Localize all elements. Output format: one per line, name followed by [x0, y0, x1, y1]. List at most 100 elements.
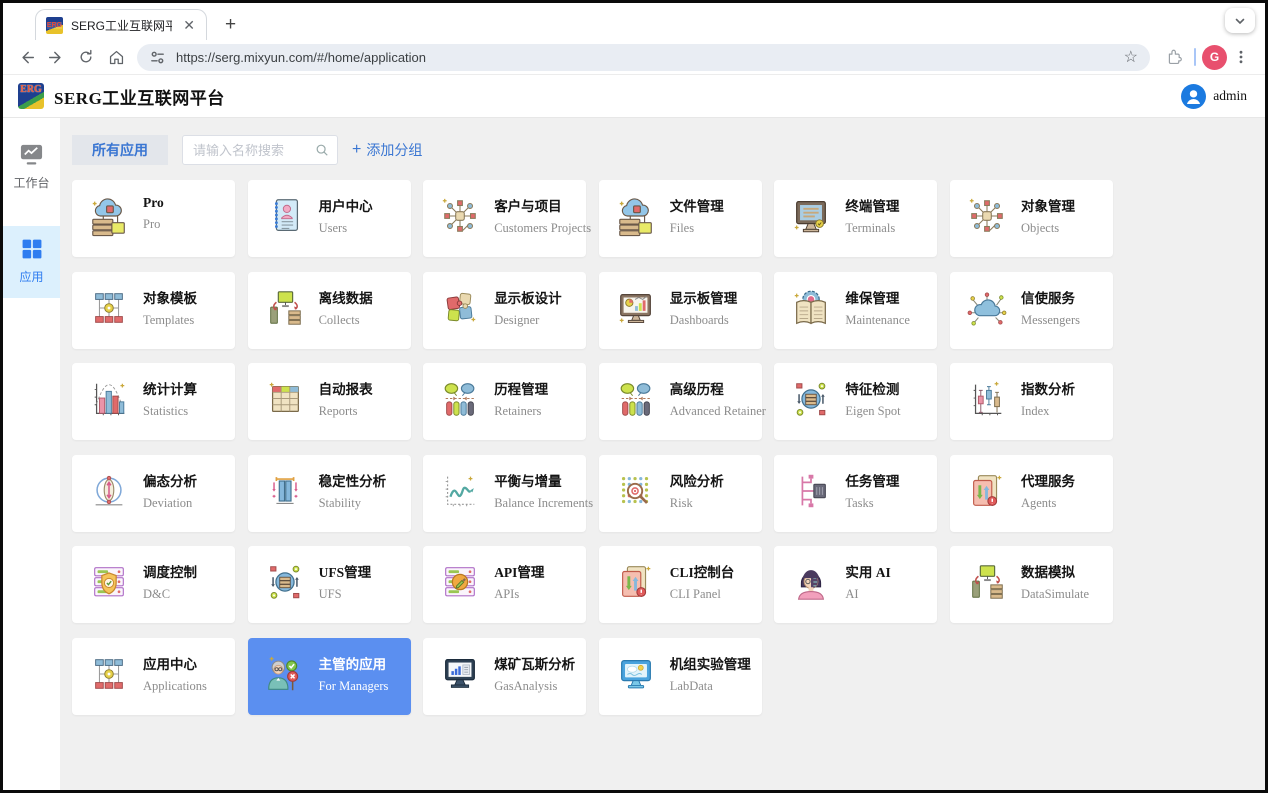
add-group-label: 添加分组	[366, 142, 423, 158]
forward-icon[interactable]	[41, 43, 71, 71]
app-title: 代理服务	[1020, 473, 1075, 489]
app-card[interactable]: 机组实验管理 LabData	[598, 637, 762, 715]
app-card[interactable]: 离线数据 Collects	[247, 271, 411, 349]
app-subtitle: Statistics	[143, 404, 189, 418]
risk-grid-icon	[615, 470, 657, 512]
app-subtitle: Agents	[1020, 495, 1057, 510]
user-menu[interactable]: admin	[1181, 83, 1247, 109]
cloud-network-icon	[966, 287, 1008, 329]
app-card[interactable]: 显示板设计 Designer	[423, 271, 587, 349]
app-card[interactable]: Pro Pro	[72, 180, 235, 257]
tab-strip: ERG SERG工业互联网平台 ✕ +	[3, 3, 1265, 40]
app-card[interactable]: 文件管理 Files	[598, 180, 762, 257]
app-subtitle: LabData	[669, 678, 713, 693]
app-card[interactable]: 实用 AI AI	[774, 546, 938, 623]
app-subtitle: Designer	[494, 312, 540, 327]
user-avatar-icon[interactable]	[1181, 83, 1207, 109]
app-card[interactable]: 对象模板 Templates	[72, 271, 235, 349]
app-card[interactable]: 风险分析 Risk	[598, 454, 762, 532]
app-card[interactable]: 数据模拟 DataSimulate	[949, 546, 1113, 623]
app-card[interactable]: 显示板管理 Dashboards	[598, 271, 762, 349]
tab-strip-chevron-icon[interactable]	[1225, 8, 1255, 33]
app-card[interactable]: 高级历程 Advanced Retainer	[598, 363, 766, 440]
spot-icon	[264, 561, 306, 603]
tree-icon	[88, 653, 130, 695]
app-card[interactable]: 指数分析 Index	[949, 363, 1113, 440]
app-card[interactable]: 特征检测 Eigen Spot	[774, 363, 938, 440]
app-card[interactable]: 稳定性分析 Stability	[247, 454, 411, 532]
app-card[interactable]: 对象管理 Objects	[949, 180, 1113, 257]
app-card[interactable]: 应用中心 Applications	[72, 637, 235, 715]
home-icon[interactable]	[101, 43, 131, 71]
app-card[interactable]: 自动报表 Reports	[247, 363, 411, 440]
url-bar[interactable]: https://serg.mixyun.com/#/home/applicati…	[137, 43, 1150, 71]
server-shield-icon	[88, 561, 130, 603]
app-card[interactable]: UFS管理 UFS	[247, 546, 411, 623]
tab-close-icon[interactable]: ✕	[180, 17, 198, 34]
search-icon[interactable]	[315, 143, 329, 157]
extensions-icon[interactable]	[1160, 43, 1188, 71]
browser-menu-icon[interactable]	[1227, 43, 1255, 71]
app-subtitle: D&C	[143, 587, 171, 601]
histogram-icon	[88, 378, 130, 420]
add-group-button[interactable]: + 添加分组	[352, 140, 422, 160]
erg-logo-icon: ERG	[18, 83, 44, 109]
app-card[interactable]: CLI控制台 CLI Panel	[598, 546, 762, 623]
plus-icon: +	[352, 141, 362, 158]
sidebar: 工作台 应用	[3, 118, 60, 790]
url-text[interactable]: https://serg.mixyun.com/#/home/applicati…	[176, 50, 1114, 65]
app-card[interactable]: 用户中心 Users	[247, 180, 411, 257]
app-title: 主管的应用	[318, 656, 387, 672]
app-card[interactable]: 偏态分析 Deviation	[72, 454, 235, 532]
screenshot-frame: ERG SERG工业互联网平台 ✕ + https://serg.mixyun.…	[0, 0, 1268, 793]
app-subtitle: Advanced Retainer	[669, 404, 766, 418]
app-card[interactable]: 终端管理 Terminals	[774, 180, 938, 257]
app-title: 实用 AI	[845, 565, 891, 580]
browser-tab[interactable]: ERG SERG工业互联网平台 ✕	[35, 9, 207, 40]
search-box[interactable]	[182, 135, 338, 165]
app-subtitle: Templates	[143, 312, 195, 327]
app-subtitle: Retainers	[494, 404, 542, 418]
search-input[interactable]	[191, 141, 311, 159]
app-subtitle: APIs	[494, 587, 520, 601]
app-card[interactable]: 任务管理 Tasks	[774, 454, 938, 532]
new-tab-button[interactable]: +	[219, 14, 242, 36]
app-subtitle: Reports	[318, 404, 358, 418]
bookmark-star-icon[interactable]: ☆	[1124, 47, 1138, 67]
app-title: 煤矿瓦斯分析	[494, 656, 576, 672]
app-card[interactable]: 统计计算 Statistics	[72, 363, 235, 440]
cloud-server-icon	[88, 195, 130, 237]
app-card[interactable]: API管理 APIs	[423, 546, 587, 623]
app-card[interactable]: 信使服务 Messengers	[949, 271, 1113, 349]
app-title: 风险分析	[669, 473, 724, 489]
site-favicon-erg-icon: ERG	[46, 16, 63, 34]
app-subtitle: Stability	[318, 495, 361, 510]
sidebar-item-workbench[interactable]: 工作台	[3, 131, 60, 204]
browser-window: ERG SERG工业互联网平台 ✕ + https://serg.mixyun.…	[3, 3, 1265, 790]
app-card[interactable]: 维保管理 Maintenance	[774, 271, 938, 349]
app-card[interactable]: 客户与项目 Customers Projects	[423, 180, 591, 257]
spot-icon	[790, 378, 832, 420]
sidebar-item-applications[interactable]: 应用	[3, 226, 60, 298]
puzzle-icon	[439, 287, 481, 329]
site-settings-icon[interactable]	[149, 49, 166, 66]
app-card[interactable]: 主管的应用 For Managers	[247, 637, 411, 715]
app-card[interactable]: 调度控制 D&C	[72, 546, 235, 623]
profile-avatar[interactable]: G	[1202, 44, 1227, 70]
app-card[interactable]: 代理服务 Agents	[949, 454, 1113, 532]
app-header: ERG SERG工业互联网平台 admin	[3, 75, 1265, 118]
app-subtitle: Collects	[318, 312, 360, 327]
app-card[interactable]: 煤矿瓦斯分析 GasAnalysis	[423, 637, 587, 715]
app-title: 特征检测	[845, 382, 900, 397]
app-subtitle: DataSimulate	[1020, 587, 1090, 601]
app-subtitle: Customers Projects	[494, 221, 592, 235]
reload-icon[interactable]	[71, 43, 101, 71]
app-subtitle: UFS	[318, 587, 342, 601]
back-icon[interactable]	[11, 43, 41, 71]
chat-bars-icon	[615, 378, 657, 420]
app-title: API管理	[494, 565, 545, 580]
all-apps-button[interactable]: 所有应用	[72, 135, 168, 165]
monitor-dark-icon	[439, 653, 481, 695]
app-card[interactable]: 历程管理 Retainers	[423, 363, 587, 440]
app-card[interactable]: 平衡与增量 Balance Increments	[423, 454, 593, 532]
